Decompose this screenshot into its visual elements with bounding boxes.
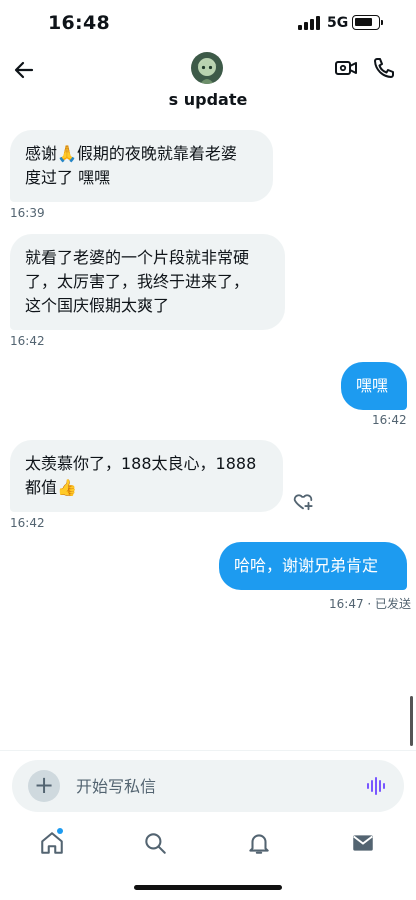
battery-tip xyxy=(381,20,383,25)
back-arrow-icon xyxy=(14,61,34,79)
message-timestamp: 16:39 xyxy=(10,206,45,220)
home-indicator[interactable] xyxy=(134,885,282,890)
message-timestamp: 16:42 xyxy=(372,413,407,427)
message-timestamp: 16:42 xyxy=(10,516,45,530)
tab-notifications[interactable] xyxy=(246,830,272,856)
status-bar: 16:48 5G xyxy=(0,0,416,46)
scrollbar[interactable] xyxy=(410,696,413,746)
status-time: 16:48 xyxy=(48,12,110,34)
notification-dot xyxy=(57,828,63,834)
back-button[interactable] xyxy=(12,58,36,82)
voice-call-button[interactable] xyxy=(372,56,396,80)
network-type: 5G xyxy=(327,15,349,31)
message-composer: + xyxy=(12,760,404,812)
add-reaction-button[interactable] xyxy=(292,490,314,512)
mail-icon xyxy=(353,835,373,851)
add-media-button[interactable]: + xyxy=(28,770,60,802)
chat-title[interactable]: s update xyxy=(0,90,416,109)
message-bubble[interactable]: 就看了老婆的一个片段就非常硬 了，太厉害了，我终于进来了， 这个国庆假期太爽了 xyxy=(10,234,285,330)
message-list[interactable]: 感谢🙏假期的夜晚就靠着老婆 度过了 嘿嘿 16:39 就看了老婆的一个片段就非常… xyxy=(0,114,416,750)
divider xyxy=(0,750,416,751)
voice-wave-icon xyxy=(367,777,385,795)
message-timestamp: 16:42 xyxy=(10,334,45,348)
message-bubble[interactable]: 哈哈，谢谢兄弟肯定 xyxy=(219,542,407,590)
plus-icon: + xyxy=(33,771,55,799)
video-camera-icon xyxy=(335,61,357,75)
tab-home[interactable] xyxy=(39,830,65,856)
video-call-button[interactable] xyxy=(334,56,358,80)
avatar[interactable] xyxy=(191,52,223,84)
battery-level xyxy=(355,18,372,26)
home-icon xyxy=(41,832,63,854)
tab-messages[interactable] xyxy=(350,830,376,856)
tab-search[interactable] xyxy=(142,830,168,856)
message-input[interactable] xyxy=(76,768,356,804)
message-status: 16:47 · 已发送 xyxy=(329,597,412,611)
search-icon xyxy=(145,833,166,854)
bottom-tab-bar xyxy=(0,824,416,864)
battery-icon xyxy=(352,15,380,30)
signal-icon xyxy=(298,16,320,30)
chat-header: s update xyxy=(0,46,416,114)
bell-icon xyxy=(249,834,269,854)
anime-avatar-icon xyxy=(191,52,223,84)
heart-plus-icon xyxy=(293,494,313,511)
message-bubble[interactable]: 太羡慕你了，188太良心，1888 都值👍 xyxy=(10,440,283,512)
message-bubble[interactable]: 感谢🙏假期的夜晚就靠着老婆 度过了 嘿嘿 xyxy=(10,130,273,202)
phone-icon xyxy=(374,58,394,78)
message-bubble[interactable]: 嘿嘿 xyxy=(341,362,407,410)
voice-message-button[interactable] xyxy=(364,774,388,798)
